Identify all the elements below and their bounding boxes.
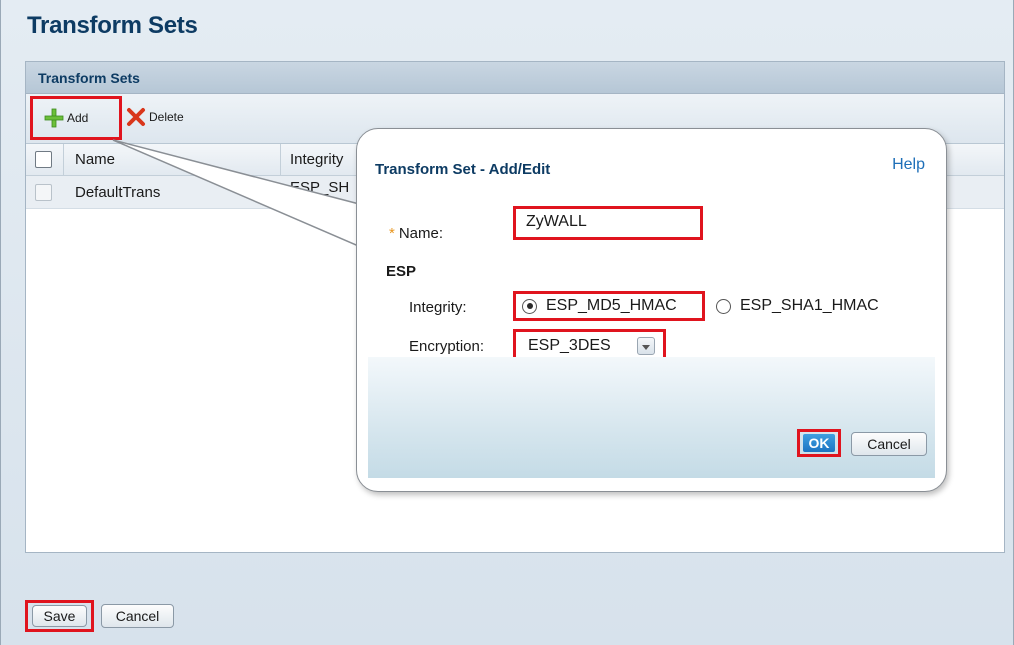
page-cancel-button[interactable]: Cancel [101, 604, 174, 628]
save-button[interactable]: Save [25, 600, 94, 632]
save-button-label: Save [32, 605, 87, 627]
column-divider [63, 144, 64, 176]
radio-unselected-icon [716, 298, 731, 314]
dialog-footer [368, 357, 935, 478]
row-checkbox[interactable] [35, 184, 52, 201]
row-name-cell: DefaultTrans [75, 184, 161, 201]
ok-button[interactable]: OK [797, 429, 841, 457]
app-window: Transform Sets Transform Sets Add Delete… [0, 0, 1014, 645]
column-header-name[interactable]: Name [75, 151, 115, 168]
dialog-title: Transform Set - Add/Edit [375, 161, 551, 178]
ok-button-label: OK [803, 434, 835, 452]
encryption-label: Encryption: [409, 338, 485, 355]
add-button-label: Add [67, 111, 89, 125]
radio-selected-icon [522, 298, 537, 314]
help-link[interactable]: Help [892, 156, 925, 174]
transform-set-dialog: Transform Set - Add/Edit Help * Name: ZyW… [356, 128, 947, 492]
delete-button[interactable]: Delete [126, 105, 184, 129]
name-input[interactable]: ZyWALL [513, 206, 703, 240]
dialog-cancel-button[interactable]: Cancel [851, 432, 927, 456]
plus-icon [44, 108, 64, 128]
required-marker: * [389, 225, 395, 242]
delete-button-label: Delete [149, 110, 184, 124]
integrity-option-sha1-label: ESP_SHA1_HMAC [740, 297, 879, 314]
encryption-select-value: ESP_3DES [528, 337, 611, 354]
add-button[interactable]: Add [30, 96, 122, 140]
esp-section-label: ESP [386, 263, 417, 280]
panel-header: Transform Sets [26, 62, 1004, 94]
row-integrity-cell: ESP_SH [290, 179, 350, 196]
integrity-option-md5[interactable]: ESP_MD5_HMAC [513, 291, 705, 321]
integrity-option-sha1[interactable]: ESP_SHA1_HMAC [712, 291, 879, 321]
name-field-label: * Name: [389, 225, 443, 242]
page-title: Transform Sets [27, 12, 198, 39]
integrity-option-md5-label: ESP_MD5_HMAC [546, 297, 677, 314]
column-divider [280, 144, 281, 176]
select-all-checkbox[interactable] [35, 151, 52, 168]
column-header-integrity[interactable]: Integrity [290, 151, 343, 168]
name-label-text: Name: [398, 225, 444, 242]
chevron-down-icon[interactable] [637, 337, 655, 355]
delete-x-icon [127, 108, 145, 126]
integrity-label: Integrity: [409, 299, 467, 316]
